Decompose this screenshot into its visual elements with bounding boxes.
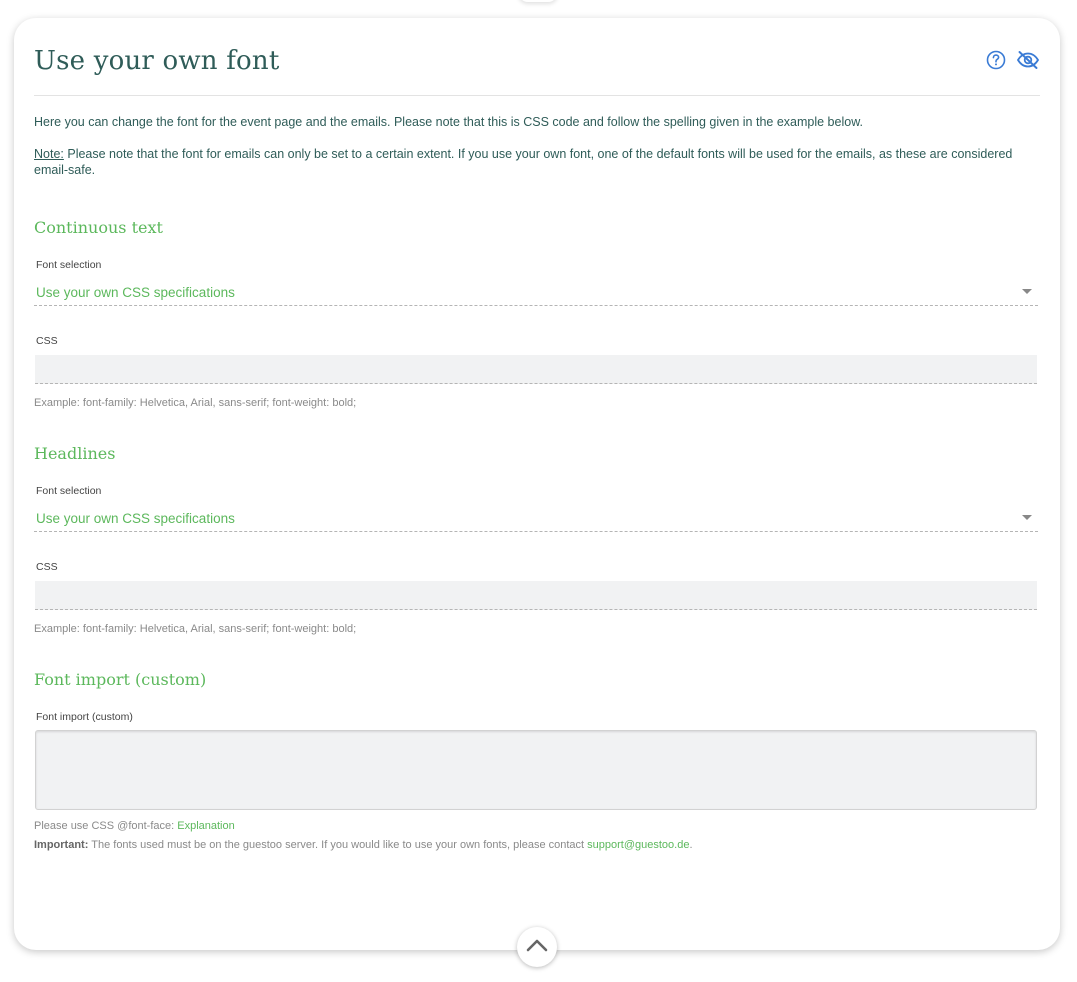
important-hint: Important: The fonts used must be on the… [34, 839, 1038, 851]
headlines-font-select-value: Use your own CSS specifications [36, 511, 235, 526]
intro-text: Here you can change the font for the eve… [34, 115, 863, 129]
font-import-textarea[interactable] [35, 730, 1037, 810]
font-face-hint: Please use CSS @font-face: Explanation [34, 820, 1038, 832]
css-label: CSS [36, 335, 58, 347]
headlines-css-input[interactable] [35, 581, 1037, 610]
eye-slash-icon[interactable] [1016, 48, 1040, 72]
continuous-css-example: Example: font-family: Helvetica, Arial, … [34, 397, 357, 409]
card-header: Use your own font [34, 42, 1040, 96]
help-question-icon[interactable] [984, 48, 1008, 72]
page-title: Use your own font [34, 46, 280, 76]
collapse-toggle-button[interactable] [517, 927, 557, 967]
font-settings-card: Use your own font Here you can change th… [14, 18, 1060, 950]
note-text: Note: Please note that the font for emai… [34, 146, 1038, 178]
note-label: Note: [34, 147, 64, 161]
chevron-up-icon [526, 938, 548, 957]
explanation-link[interactable]: Explanation [177, 820, 235, 832]
continuous-css-input[interactable] [35, 355, 1037, 384]
important-text: The fonts used must be on the guestoo se… [88, 839, 588, 851]
section-title-headlines: Headlines [34, 444, 116, 463]
font-import-label: Font import (custom) [36, 711, 133, 723]
section-title-font-import: Font import (custom) [34, 670, 207, 689]
header-icons [984, 48, 1040, 72]
top-nub [518, 0, 558, 2]
note-body: Please note that the font for emails can… [34, 147, 1013, 177]
font-selection-label: Font selection [36, 259, 102, 271]
font-selection-label: Font selection [36, 485, 102, 497]
card-content: Here you can change the font for the eve… [34, 114, 1038, 851]
caret-down-icon [1022, 289, 1032, 294]
font-face-hint-text: Please use CSS @font-face: [34, 820, 178, 832]
support-email-link[interactable]: support@guestoo.de [587, 839, 689, 851]
continuous-font-select-value: Use your own CSS specifications [36, 285, 235, 300]
headlines-css-example: Example: font-family: Helvetica, Arial, … [34, 623, 357, 635]
headlines-font-select[interactable]: Use your own CSS specifications [34, 505, 1038, 532]
important-label: Important: [34, 839, 89, 851]
continuous-font-select[interactable]: Use your own CSS specifications [34, 279, 1038, 306]
caret-down-icon [1022, 515, 1032, 520]
important-suffix: . [689, 839, 693, 851]
section-title-continuous-text: Continuous text [34, 218, 163, 237]
css-label: CSS [36, 561, 58, 573]
